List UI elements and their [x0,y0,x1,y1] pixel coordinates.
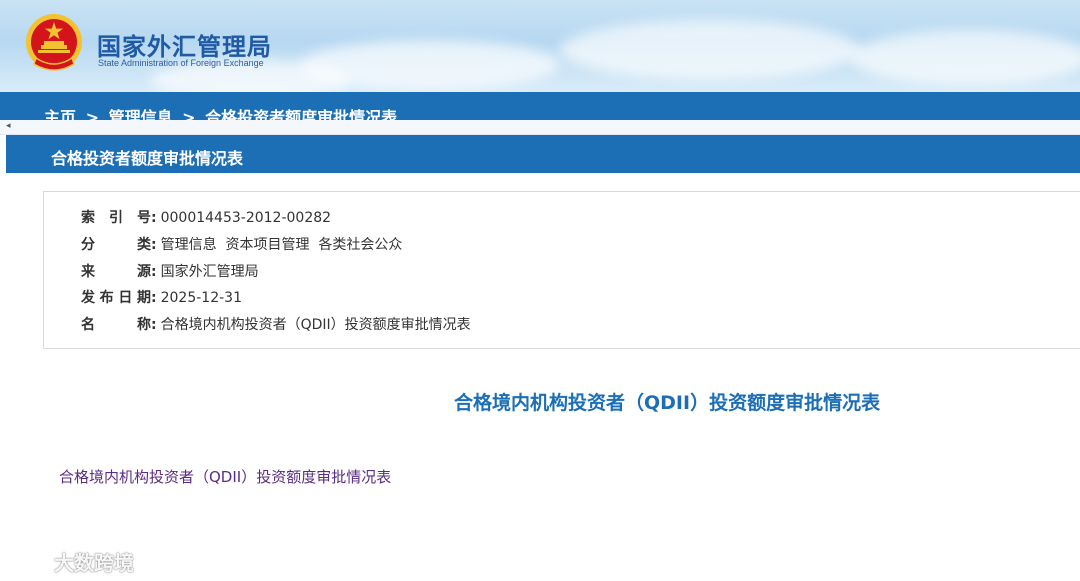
header-cloud [850,30,1080,85]
meta-row-source: 来源: 国家外汇管理局 [81,261,259,281]
watermark-text: 大数跨境 [54,550,134,575]
meta-label: 索引号 [81,210,151,226]
meta-value: 2025-12-31 [160,290,242,306]
meta-label: 来源 [81,264,151,280]
meta-row-index: 索引号: 000014453-2012-00282 [81,207,331,227]
document-title: 合格境内机构投资者（QDII）投资额度审批情况表 [454,392,881,414]
arrow-left-icon[interactable]: ◂ [6,121,11,131]
meta-value: 国家外汇管理局 [160,264,259,280]
meta-colon: : [151,237,157,253]
site-logo-title[interactable]: 国家外汇管理局 [97,27,272,62]
header-cloud [560,20,860,80]
meta-colon: : [151,264,157,280]
meta-value: 管理信息 资本项目管理 各类社会公众 [160,237,403,253]
meta-row-date: 发布日期: 2025-12-31 [81,287,242,307]
horizontal-scroll-strip[interactable] [0,120,1080,135]
national-emblem-icon[interactable] [24,12,84,74]
meta-row-name: 名称: 合格境内机构投资者（QDII）投资额度审批情况表 [81,314,471,334]
watermark: 大数跨境 [8,547,134,575]
meta-colon: : [151,210,157,226]
page-title: 合格投资者额度审批情况表 [51,149,244,168]
meta-label: 分类 [81,237,151,253]
meta-label: 发布日期 [81,290,151,306]
site-logo-subtitle: State Administration of Foreign Exchange [98,58,264,68]
meta-value: 合格境内机构投资者（QDII）投资额度审批情况表 [160,317,471,333]
meta-label: 名称 [81,317,151,333]
watermark-logo-icon [9,552,48,569]
meta-row-category: 分类: 管理信息 资本项目管理 各类社会公众 [81,234,402,254]
meta-colon: : [151,290,157,306]
meta-colon: : [151,317,157,333]
document-attachment-link[interactable]: 合格境内机构投资者（QDII）投资额度审批情况表 [59,466,391,487]
meta-value: 000014453-2012-00282 [160,210,332,226]
